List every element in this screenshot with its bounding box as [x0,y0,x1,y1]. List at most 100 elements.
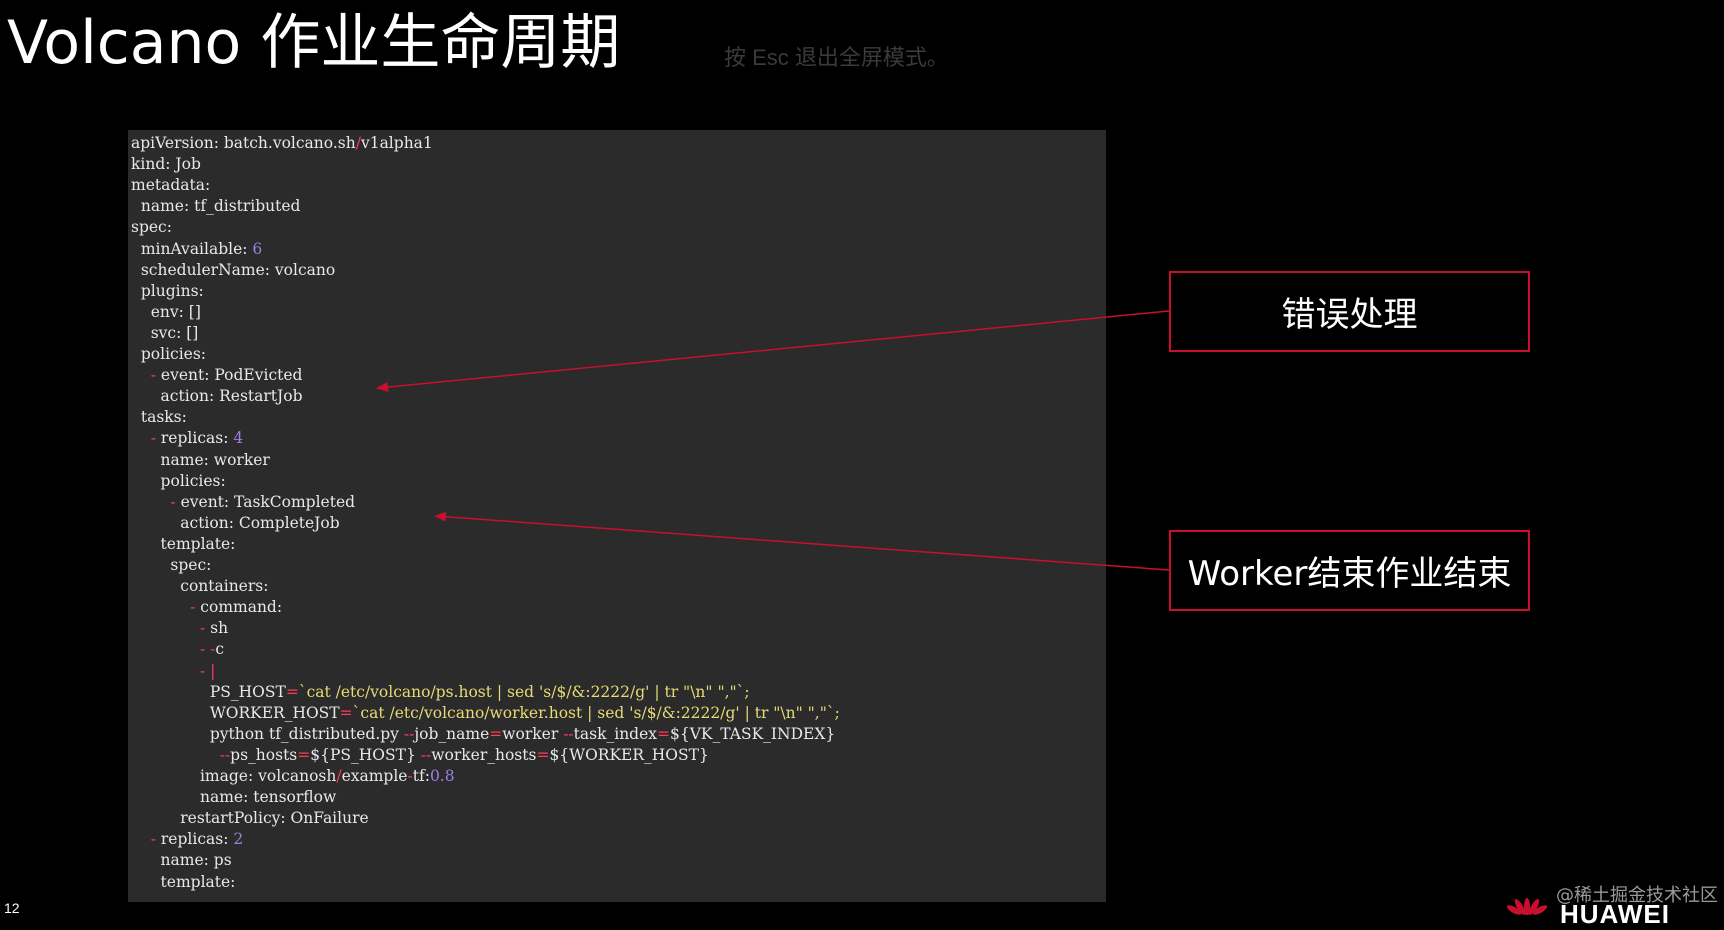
code-token: svc: [] [131,323,199,342]
code-line: - | [131,661,215,682]
code-token: containers: [131,577,269,596]
code-token: task_index [573,724,658,743]
code-token: kind: Job [131,155,201,174]
code-token: example [341,767,408,785]
code-token: = [536,745,550,764]
code-token: c [215,640,225,659]
code-token: template: [131,534,236,553]
code-token: template: [131,872,236,891]
code-token: action: RestartJob [131,387,303,406]
code-line: spec: [131,555,211,576]
code-token: worker [502,724,564,743]
code-token: policies: [131,345,207,363]
code-line: policies: [131,344,206,365]
code-token: apiVersion: batch.volcano.sh [131,134,356,152]
code-token: tasks: [131,408,187,427]
code-token: metadata: [131,176,211,195]
huawei-logo-icon [1506,898,1548,915]
watermark: @稀土掘金技术社区 [1556,885,1718,906]
error-handling-label: 错误处理 [1281,295,1418,335]
code-token: = [339,703,353,722]
code-line: env: [] [131,302,201,323]
code-line: restartPolicy: OnFailure [131,808,369,829]
code-token: 2 [233,830,244,849]
code-line: - event: TaskCompleted [131,492,355,513]
code-line: name: ps [131,850,232,871]
code-line: - -c [131,639,224,660]
code-token: policies: [131,471,226,490]
code-line: - sh [131,618,228,639]
code-line: --ps_hosts=${PS_HOST} --worker_hosts=${W… [131,745,709,766]
code-token: ${PS_HOST} [310,745,421,764]
code-line: image: volcanosh/example-tf:0.8 [131,766,455,787]
code-token: env: [] [131,302,201,321]
code-line: kind: Job [131,154,201,175]
code-line: PS_HOST=`cat /etc/volcano/ps.host | sed … [131,682,750,703]
code-token: name: tensorflow [131,788,337,807]
code-line: template: [131,872,236,893]
code-line: minAvailable: 6 [131,239,262,260]
code-token: event: PodEvicted [155,366,303,385]
code-token: 0.8 [429,767,455,785]
code-line: tasks: [131,407,187,428]
code-token: -- [219,745,231,764]
code-line: schedulerName: volcano [131,260,335,281]
code-token: worker_hosts [431,745,537,764]
code-token: - - [199,640,216,659]
code-line: svc: [] [131,323,199,344]
code-line: - replicas: 2 [131,829,244,850]
code-token: event: TaskCompleted [175,492,356,511]
code-token: = [285,682,299,701]
code-token: sh [205,619,229,638]
code-token: = [657,724,671,743]
code-line: - event: PodEvicted [131,365,303,386]
code-token: job_name [414,724,490,743]
code-line: python tf_distributed.py --job_name = work… [131,724,835,745]
code-token: schedulerName: volcano [131,260,336,279]
code-line: action: RestartJob [131,386,303,407]
code-token: ${VK_TASK_INDEX} [670,724,836,743]
code-token: ps_hosts [230,745,298,764]
code-token: spec: [131,556,212,574]
code-token: python tf_distributed.py [131,724,404,743]
code-line: - command: [131,597,282,618]
code-token: ${WORKER_HOST} [549,745,709,764]
code-line: name: worker [131,450,270,471]
code-line: spec: [131,217,172,238]
code-token: - | [199,661,216,680]
code-token: WORKER_HOST [131,703,340,722]
code-token: name: worker [131,450,270,469]
code-token: restartPolicy: OnFailure [131,809,369,828]
code-token: plugins: [131,281,204,300]
code-line: apiVersion: batch.volcano.sh/v1alpha1 [131,133,433,154]
code-token: `cat /etc/volcano/ps.host | sed 's/$/&:2… [298,682,750,701]
code-line: containers: [131,576,268,597]
code-token: = [297,745,311,764]
code-token: -- [403,724,415,743]
code-line: - replicas: 4 [131,428,244,449]
code-token: replicas: [155,429,234,448]
error-handling-callout: 错误处理 [1169,271,1530,352]
code-token: name: tf_distributed [131,197,301,216]
code-line: action: CompleteJob [131,513,339,534]
code-token: 6 [252,239,263,258]
worker-finish-callout: Worker结束作业结束 [1169,530,1530,611]
code-token: command: [195,598,283,617]
code-token: `cat /etc/volcano/worker.host | sed 's/$… [352,703,840,722]
code-token: PS_HOST [131,682,286,701]
code-line: plugins: [131,281,204,302]
code-line: name: tensorflow [131,787,336,808]
code-line: WORKER_HOST=`cat /etc/volcano/worker.hos… [131,703,840,724]
fullscreen-exit-hint: 按 Esc 退出全屏模式。 [724,45,949,70]
code-token: image: volcanosh [131,767,337,785]
code-token: -- [420,745,432,764]
code-token: name: ps [131,851,232,870]
